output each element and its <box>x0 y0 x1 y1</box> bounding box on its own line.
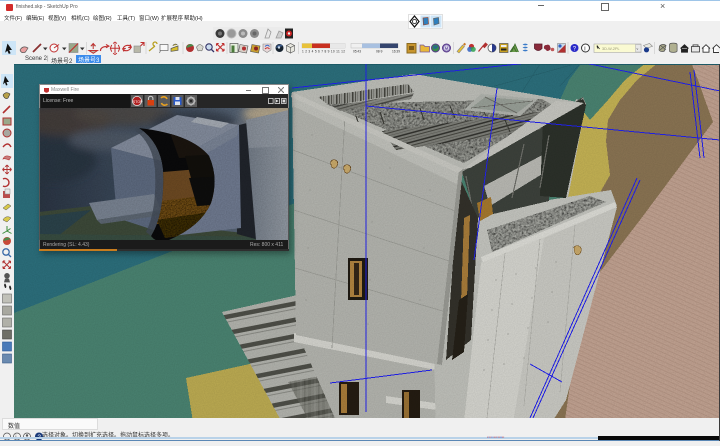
svg-text:16:39: 16:39 <box>392 50 400 54</box>
svg-text:i: i <box>584 46 585 52</box>
svg-text:05:43: 05:43 <box>353 50 361 54</box>
svg-text:1 2 3 4 5 6 7 8 9 10 11 12: 1 2 3 4 5 6 7 8 9 10 11 12 <box>302 50 345 54</box>
svg-text:08-9: 08-9 <box>376 50 383 54</box>
svg-text:v: v <box>637 47 639 51</box>
svg-text:STOP: STOP <box>133 100 143 104</box>
svg-text:3D-W-2PL: 3D-W-2PL <box>602 47 620 51</box>
